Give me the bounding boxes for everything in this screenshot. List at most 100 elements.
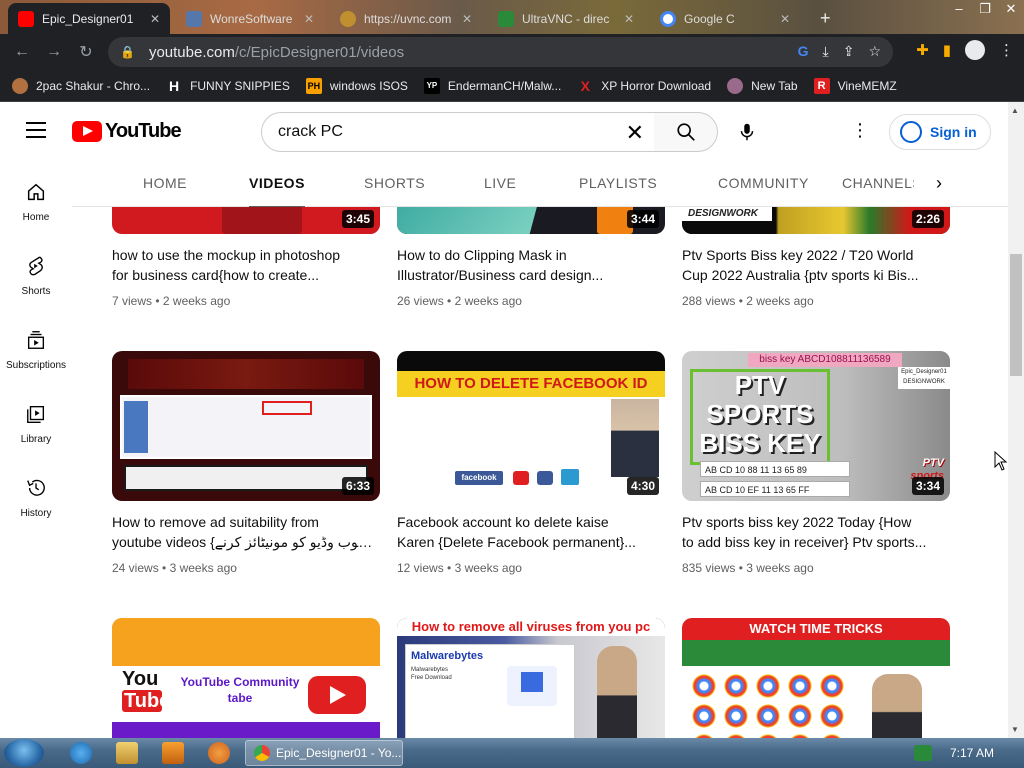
app-icon[interactable] (208, 742, 230, 764)
browser-tab-google[interactable]: Google C ✕ (650, 3, 800, 34)
tab-home[interactable]: HOME (143, 158, 187, 207)
voice-search-button[interactable] (727, 112, 767, 152)
youtube-logo[interactable]: YouTube (72, 120, 182, 143)
sign-in-button[interactable]: Sign in (889, 114, 991, 150)
scrollbar-thumb[interactable] (1010, 254, 1022, 376)
taskbar-chrome-task[interactable]: Epic_Designer01 - Yo... (245, 740, 403, 766)
thumb-text: Malwarebytes (411, 650, 484, 662)
chrome-menu-icon[interactable]: ⋮ (999, 41, 1014, 59)
browser-tab-ultravnc[interactable]: UltraVNC - direc ✕ (488, 3, 644, 34)
browser-tab-uvnc[interactable]: https://uvnc.com ✕ (330, 3, 482, 34)
video-title[interactable]: Facebook account ko delete kaise Karen {D… (397, 512, 659, 552)
guide-item-shorts[interactable]: Shorts (0, 240, 72, 314)
bookmark-star-icon[interactable]: ☆ (868, 43, 881, 60)
video-thumbnail[interactable]: You Tube YouTube Community tabe (112, 618, 380, 738)
bookmark-vinememz[interactable]: R VineMEMZ (813, 77, 897, 94)
tab-playlists[interactable]: PLAYLISTS (579, 158, 657, 207)
tab-community[interactable]: COMMUNITY (718, 158, 809, 207)
search-input[interactable]: crack PC ✕ (261, 112, 655, 152)
clear-search-icon[interactable]: ✕ (626, 120, 644, 146)
close-tab-icon[interactable]: ✕ (616, 12, 634, 26)
extensions-puzzle-icon[interactable]: ✚ (916, 41, 929, 59)
tab-strip: Epic_Designer01 ✕ WonreSoftware ✕ https:… (0, 0, 1024, 34)
video-title[interactable]: Ptv Sports Biss key 2022 / T20 World Cup … (682, 245, 944, 285)
page-scrollbar[interactable]: ▲ ▼ (1008, 102, 1024, 738)
tab-channels[interactable]: CHANNELS (842, 158, 914, 207)
minimize-icon[interactable]: – (946, 0, 972, 18)
profile-avatar-icon[interactable] (965, 40, 985, 60)
video-thumbnail[interactable]: 3:45 (112, 207, 380, 234)
upload-age: 2 weeks ago (454, 294, 522, 308)
browser-tab-youtube[interactable]: Epic_Designer01 ✕ (8, 3, 170, 34)
scroll-down-arrow-icon[interactable]: ▼ (1011, 725, 1019, 734)
thumb-text: How to remove all viruses from you pc (397, 618, 665, 636)
bookmark-funny-snippies[interactable]: H FUNNY SNIPPIES (166, 78, 290, 94)
hamburger-menu-icon[interactable] (26, 122, 46, 138)
start-button[interactable] (4, 739, 44, 767)
back-arrow-icon[interactable]: ← (6, 36, 38, 68)
video-title[interactable]: How to do Clipping Mask in Illustrator/Bu… (397, 245, 659, 285)
thumb-text: AB CD 10 EF 11 13 65 FF (700, 481, 850, 497)
close-tab-icon[interactable]: ✕ (454, 12, 472, 26)
maximize-icon[interactable]: ❐ (972, 0, 998, 18)
tray-eye-icon[interactable] (914, 745, 932, 761)
person-icon (12, 77, 28, 94)
title-line: Illustrator/Business card design... (397, 267, 604, 283)
share-icon[interactable]: ⇪ (843, 43, 855, 60)
tab-live[interactable]: LIVE (484, 158, 516, 207)
video-thumbnail[interactable]: HOW TO DELETE FACEBOOK ID facebook 4:30 (397, 351, 665, 501)
side-panel-icon[interactable]: ▮ (943, 41, 951, 59)
file-explorer-icon[interactable] (116, 742, 138, 764)
home-icon (24, 180, 48, 204)
video-thumbnail[interactable]: DESIGNWORK 2:26 (682, 207, 950, 234)
tab-videos[interactable]: VIDEOS (249, 158, 305, 208)
title-line: How to remove ad suitability from (112, 514, 319, 530)
video-title[interactable]: how to use the mockup in photoshop for bu… (112, 245, 374, 285)
settings-kebab-icon[interactable]: ⋮ (850, 120, 870, 140)
video-meta: 7 views • 2 weeks ago (112, 294, 231, 308)
video-thumbnail[interactable]: 3:44 (397, 207, 665, 234)
video-thumbnail[interactable]: biss key ABCD108811136589 Epic_Designer0… (682, 351, 950, 501)
search-button[interactable] (654, 112, 718, 152)
video-title[interactable]: How to remove ad suitability from youtube… (112, 512, 374, 552)
install-app-icon[interactable]: ⤓ (823, 43, 829, 60)
address-bar[interactable]: 🔒 youtube.com/c/EpicDesigner01/videos G … (108, 37, 893, 67)
reload-icon[interactable]: ↻ (70, 36, 102, 68)
title-line: How to do Clipping Mask in (397, 247, 567, 263)
chevron-right-icon[interactable]: › (926, 170, 952, 196)
guide-item-library[interactable]: Library (0, 388, 72, 462)
new-tab-button[interactable]: + (810, 3, 840, 34)
browser-tab-wonresoftware[interactable]: WonreSoftware ✕ (176, 3, 324, 34)
tab-shorts[interactable]: SHORTS (364, 158, 425, 207)
video-meta: 288 views • 2 weeks ago (682, 294, 814, 308)
forward-arrow-icon[interactable]: → (38, 36, 70, 68)
guide-label: Shorts (21, 286, 51, 297)
guide-item-subscriptions[interactable]: Subscriptions (0, 314, 72, 388)
video-thumbnail[interactable]: WATCH TIME TRICKS (682, 618, 950, 738)
scroll-up-arrow-icon[interactable]: ▲ (1011, 106, 1019, 115)
bookmark-label: windows ISOS (329, 78, 408, 93)
thumb-text: facebook (455, 471, 503, 485)
media-player-icon[interactable] (162, 742, 184, 764)
internet-explorer-icon[interactable] (70, 742, 92, 764)
close-tab-icon[interactable]: ✕ (772, 12, 790, 26)
guide-label: History (20, 508, 52, 519)
bookmark-label: XP Horror Download (601, 78, 712, 93)
guide-item-home[interactable]: Home (0, 166, 72, 240)
close-tab-icon[interactable]: ✕ (296, 12, 314, 26)
bookmark-xp-horror[interactable]: X XP Horror Download (577, 78, 712, 94)
guide-item-history[interactable]: History (0, 462, 72, 536)
video-thumbnail[interactable]: How to remove all viruses from you pc Ma… (397, 618, 665, 738)
bookmark-endermanch[interactable]: YP EndermanCH/Malw... (423, 77, 561, 94)
video-thumbnail[interactable]: 6:33 (112, 351, 380, 501)
globe-icon (727, 77, 744, 94)
close-tab-icon[interactable]: ✕ (142, 12, 160, 26)
google-lens-icon[interactable]: G (798, 43, 809, 60)
video-title[interactable]: Ptv sports biss key 2022 Today {How to ad… (682, 512, 944, 552)
close-window-icon[interactable]: ✕ (998, 0, 1024, 18)
ph-icon: PH (305, 77, 322, 94)
thumb-text: SPORTS (706, 399, 814, 429)
bookmark-2pac[interactable]: 2pac Shakur - Chro... (12, 77, 150, 94)
bookmark-windows-isos[interactable]: PH windows ISOS (305, 77, 408, 94)
bookmark-new-tab[interactable]: New Tab (727, 77, 798, 94)
